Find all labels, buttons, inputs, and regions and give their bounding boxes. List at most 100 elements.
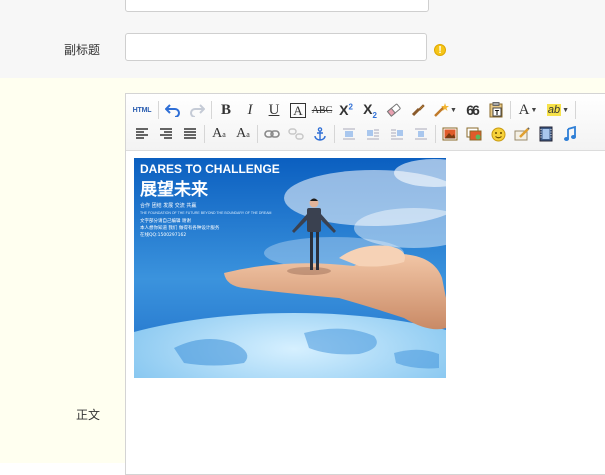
insert-multi-image-button[interactable]: [462, 124, 486, 144]
indent-button[interactable]: Aa: [207, 124, 231, 144]
highlight-icon: ab: [546, 104, 562, 116]
anchor-icon: [314, 127, 326, 141]
insert-music-button[interactable]: [558, 124, 582, 144]
highlight-color-button[interactable]: ab ▼: [543, 100, 573, 120]
italic-button[interactable]: I: [238, 100, 262, 120]
image-none-icon: [343, 128, 355, 140]
subscript-index: 2: [372, 110, 377, 120]
image-float-none-button[interactable]: [337, 124, 361, 144]
video-icon: [539, 126, 553, 142]
blockquote-button[interactable]: 66: [460, 100, 484, 120]
toolbar-separator: [510, 101, 511, 119]
superscript-exponent: 2: [348, 102, 353, 112]
subscript-icon: X2: [363, 101, 377, 120]
font-border-button[interactable]: A: [286, 100, 310, 120]
toolbar-row-2: Aa Aa: [130, 123, 582, 145]
subscript-button[interactable]: X2: [358, 100, 382, 120]
superscript-button[interactable]: X2: [334, 100, 358, 120]
editor-toolbar: HTML B I U A ABC X2 X2 ▼ 66 T A ▼ ab ▼ A…: [126, 94, 605, 151]
emoticon-button[interactable]: [486, 124, 510, 144]
redo-icon: [190, 104, 205, 117]
underline-icon: U: [268, 101, 280, 118]
quote-icon: 66: [466, 102, 480, 118]
body-row: 正文 HTML B I U A ABC X2 X2 ▼ 66 T A ▼ ab …: [0, 78, 605, 475]
font-color-button[interactable]: A ▼: [513, 100, 543, 120]
chevron-down-icon: ▼: [562, 106, 570, 114]
headline-english: DARES TO CHALLENGE: [140, 162, 280, 176]
align-right-icon: [160, 128, 172, 139]
image-center-icon: [415, 128, 427, 140]
outdent-glyph: A: [236, 126, 247, 141]
font-color-icon: A: [518, 101, 530, 118]
editor-content-area[interactable]: DARES TO CHALLENGE 展望未来 合作 团结 发展 交流 共赢 T…: [126, 151, 605, 474]
unlink-button[interactable]: [284, 124, 308, 144]
toolbar-separator: [158, 101, 159, 119]
paste-text-icon: T: [489, 102, 503, 118]
image-right-icon: [391, 129, 403, 140]
remove-format-button[interactable]: [382, 100, 406, 120]
paste-plain-button[interactable]: T: [484, 100, 508, 120]
body-label: 正文: [75, 408, 100, 422]
strikethrough-button[interactable]: ABC: [310, 100, 334, 120]
html-icon: HTML: [132, 106, 152, 114]
insert-link-button[interactable]: [260, 124, 284, 144]
toolbar-separator: [211, 101, 212, 119]
outdent-button[interactable]: Aa: [231, 124, 255, 144]
insert-video-button[interactable]: [534, 124, 558, 144]
auto-typeset-button[interactable]: ▼: [430, 100, 460, 120]
scrawl-icon: [514, 126, 530, 140]
strikethrough-icon: ABC: [311, 104, 333, 116]
image-float-left-button[interactable]: [361, 124, 385, 144]
undo-icon: [165, 104, 180, 117]
hand-holding-businessman-illustration: DARES TO CHALLENGE 展望未来 合作 团结 发展 交流 共赢 T…: [134, 158, 446, 378]
superscript-icon: X2: [339, 102, 353, 118]
align-left-button[interactable]: [130, 124, 154, 144]
previous-form-row: [0, 0, 605, 16]
svg-text:T: T: [495, 110, 500, 117]
image-small-text-3: 本人想你知道 我们 做得有各种设计服务: [140, 224, 220, 231]
toolbar-separator: [257, 125, 258, 143]
unlink-icon: [288, 128, 304, 140]
subtitle-row: 副标题 !: [0, 16, 605, 78]
chevron-down-icon: ▼: [530, 106, 538, 114]
bold-button[interactable]: B: [214, 100, 238, 120]
image-center-button[interactable]: [409, 124, 433, 144]
multi-image-icon: [466, 127, 482, 141]
image-small-text-4: 在线QQ:1500297162: [140, 231, 186, 238]
previous-field-input[interactable]: [125, 0, 429, 12]
format-painter-button[interactable]: [406, 100, 430, 120]
rich-text-editor: HTML B I U A ABC X2 X2 ▼ 66 T A ▼ ab ▼ A…: [125, 93, 605, 475]
warning-icon: !: [434, 44, 446, 56]
undo-button[interactable]: [161, 100, 185, 120]
subtitle-input[interactable]: [125, 33, 427, 61]
outdent-icon: Aa: [236, 126, 250, 141]
scrawl-button[interactable]: [510, 124, 534, 144]
underline-button[interactable]: U: [262, 100, 286, 120]
align-justify-button[interactable]: [178, 124, 202, 144]
tagline-text: 合作 团结 发展 交流 共赢: [140, 202, 196, 209]
align-right-button[interactable]: [154, 124, 178, 144]
content-image[interactable]: DARES TO CHALLENGE 展望未来 合作 团结 发展 交流 共赢 T…: [134, 158, 446, 378]
indent-glyph: A: [212, 126, 223, 141]
image-small-text-2: 文字部分请自己编辑 谢谢: [140, 217, 191, 224]
image-small-text-1: THE FOUNDATION OF THE FUTURE BEYOND THE …: [140, 211, 272, 215]
image-icon: [442, 127, 458, 141]
headline-chinese: 展望未来: [140, 179, 209, 200]
font-border-icon: A: [290, 102, 306, 118]
redo-button[interactable]: [185, 100, 209, 120]
toolbar-row-1: HTML B I U A ABC X2 X2 ▼ 66 T A ▼ ab ▼: [128, 99, 578, 121]
insert-image-button[interactable]: [438, 124, 462, 144]
subtitle-label: 副标题: [63, 43, 100, 57]
italic-icon: I: [247, 101, 253, 118]
link-icon: [264, 130, 280, 138]
eraser-icon: [386, 103, 401, 117]
align-justify-icon: [184, 128, 196, 139]
anchor-button[interactable]: [308, 124, 332, 144]
smiley-icon: [491, 127, 505, 141]
align-left-icon: [136, 128, 148, 139]
toolbar-separator: [435, 125, 436, 143]
toolbar-separator: [575, 101, 576, 119]
image-float-right-button[interactable]: [385, 124, 409, 144]
html-source-button[interactable]: HTML: [128, 100, 156, 120]
image-left-icon: [367, 129, 379, 140]
